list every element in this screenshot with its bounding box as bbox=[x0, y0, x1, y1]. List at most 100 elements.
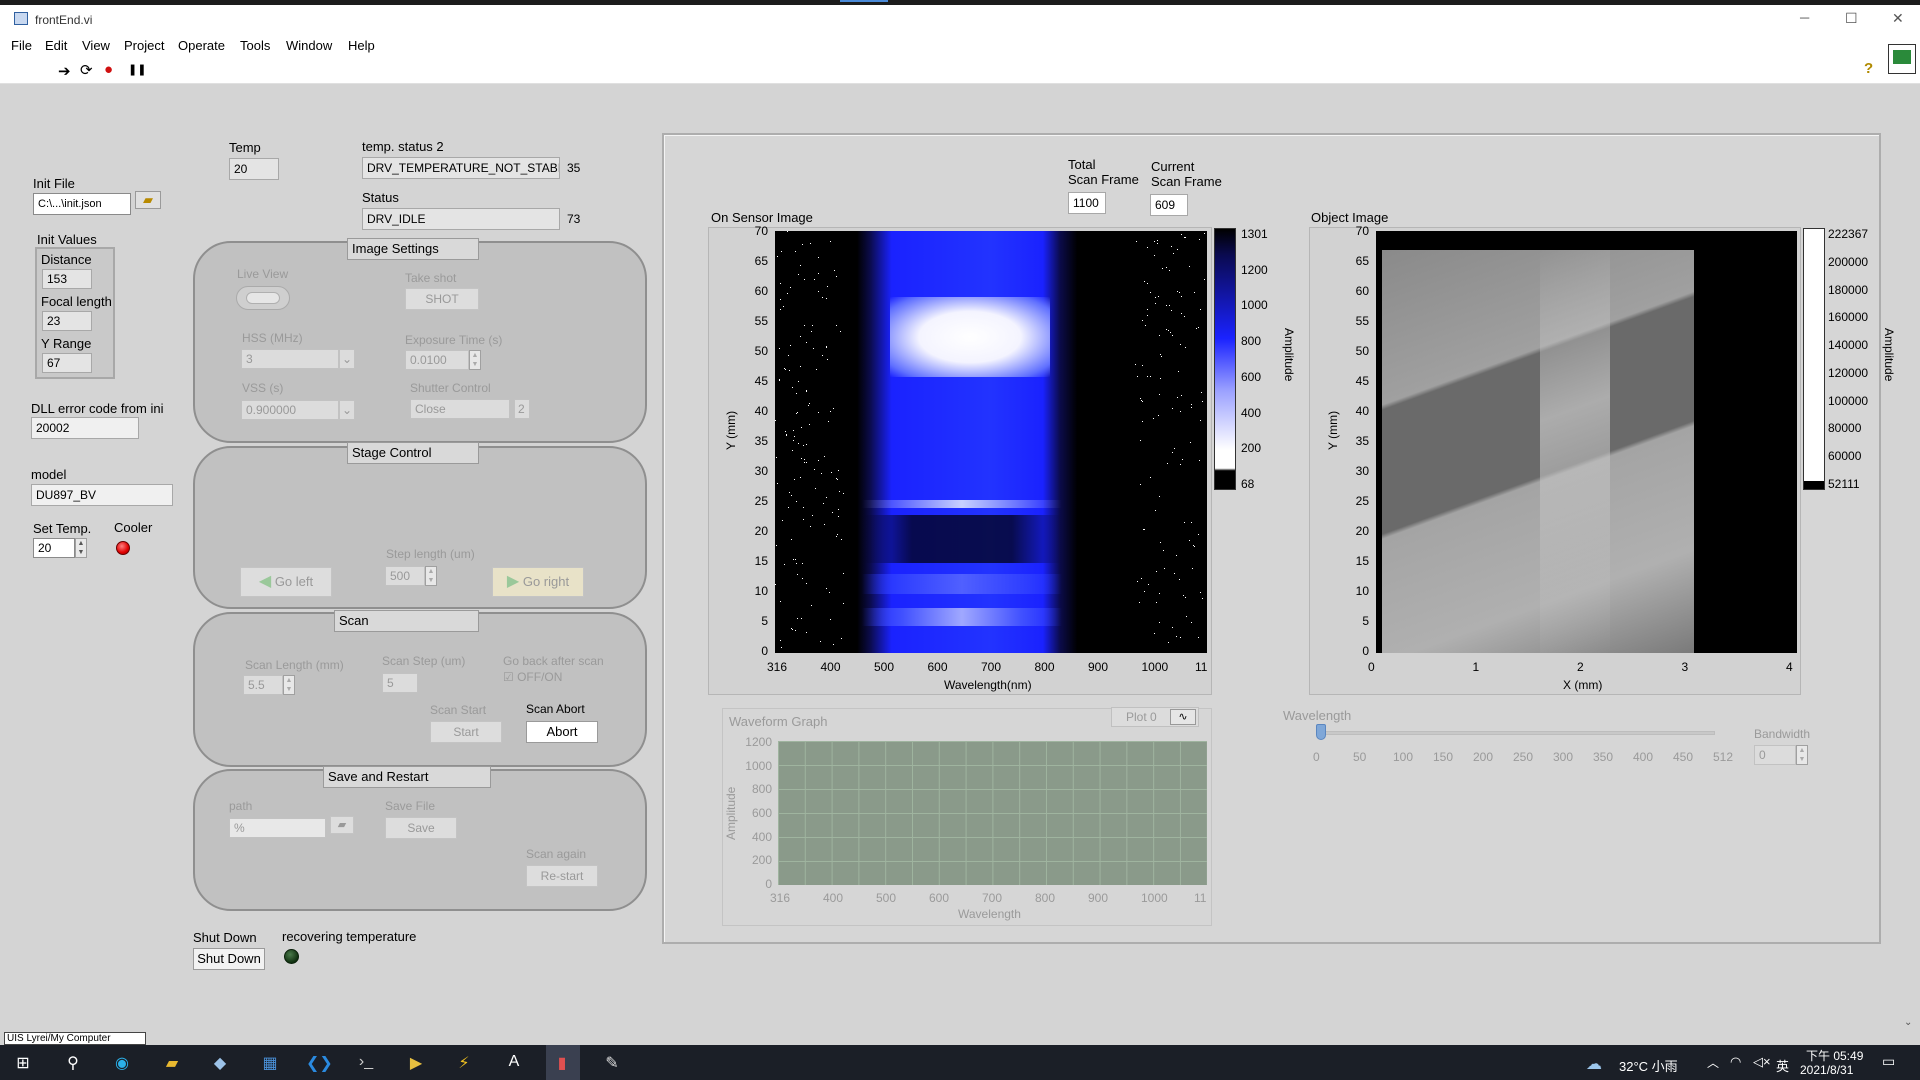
menu-operate[interactable]: Operate bbox=[178, 38, 225, 53]
sensor-noise-dot bbox=[838, 516, 839, 517]
sensor-noise-dot bbox=[802, 563, 803, 564]
active-app-icon[interactable]: ▮ bbox=[550, 1053, 574, 1075]
minimize-button[interactable]: ─ bbox=[1800, 10, 1809, 25]
vss-select[interactable]: 0.900000 bbox=[241, 400, 339, 420]
labview-project-icon[interactable]: ▶ bbox=[404, 1053, 428, 1075]
sensor-noise-dot bbox=[1169, 270, 1170, 271]
object-color-scale bbox=[1803, 228, 1825, 490]
abort-button[interactable]: Abort bbox=[526, 721, 598, 743]
set-temp-input[interactable]: 20 bbox=[33, 538, 75, 558]
object-scale-label: Amplitude bbox=[1882, 328, 1896, 382]
exposure-input[interactable]: 0.0100 bbox=[405, 350, 469, 370]
shutter-control-select[interactable]: Close bbox=[410, 399, 510, 419]
sensor-noise-dot bbox=[792, 629, 793, 630]
sensor-noise-dot bbox=[1166, 305, 1167, 306]
clock-date[interactable]: 2021/8/31 bbox=[1800, 1063, 1853, 1077]
frontend-vi-icon[interactable]: ✎ bbox=[600, 1053, 624, 1075]
set-temp-stepper[interactable]: ▲ ▼ bbox=[75, 538, 87, 558]
go-left-button[interactable]: ◀ Go left bbox=[240, 567, 332, 597]
hss-dropdown-icon[interactable]: ⌄ bbox=[339, 349, 355, 369]
hss-label: HSS (MHz) bbox=[242, 331, 303, 345]
menu-edit[interactable]: Edit bbox=[45, 38, 67, 53]
go-right-button[interactable]: ▶ Go right bbox=[492, 567, 584, 597]
app-icon[interactable]: ◆ bbox=[208, 1053, 232, 1075]
menu-window[interactable]: Window bbox=[286, 38, 332, 53]
sensor-noise-dot bbox=[780, 601, 781, 602]
start-button[interactable]: Start bbox=[430, 721, 502, 743]
wave-xtick-label: 800 bbox=[1035, 891, 1056, 905]
menu-project[interactable]: Project bbox=[124, 38, 164, 53]
wl-tick-label: 150 bbox=[1433, 750, 1454, 764]
edge-icon[interactable]: ◉ bbox=[110, 1053, 134, 1075]
wavelength-slider-track[interactable] bbox=[1320, 731, 1715, 735]
browse-folder-button[interactable]: ▰ bbox=[135, 191, 161, 209]
labview-icon[interactable]: ⚡ bbox=[452, 1053, 476, 1075]
vss-dropdown-icon[interactable]: ⌄ bbox=[339, 400, 355, 420]
live-view-toggle[interactable] bbox=[236, 286, 290, 310]
step-length-input[interactable]: 500 bbox=[385, 566, 425, 586]
shot-button[interactable]: SHOT bbox=[405, 288, 479, 310]
save-button[interactable]: Save bbox=[385, 817, 457, 839]
exposure-stepper[interactable]: ▲ ▼ bbox=[469, 350, 481, 370]
menu-help[interactable]: Help bbox=[348, 38, 375, 53]
abort-icon[interactable]: ● bbox=[104, 61, 113, 78]
menu-view[interactable]: View bbox=[82, 38, 110, 53]
sensor-noise-dot bbox=[1158, 296, 1159, 297]
path-input[interactable]: % bbox=[229, 818, 326, 838]
sensor-noise-dot bbox=[824, 524, 825, 525]
close-button[interactable]: ✕ bbox=[1892, 10, 1904, 27]
scan-length-stepper[interactable]: ▲ ▼ bbox=[283, 675, 295, 695]
bandwidth-stepper[interactable]: ▲ ▼ bbox=[1796, 745, 1808, 765]
font-app-icon[interactable]: A bbox=[502, 1053, 526, 1075]
shut-down-button[interactable]: Shut Down bbox=[193, 948, 265, 970]
run-icon[interactable]: ➔ bbox=[58, 62, 71, 80]
calculator-icon[interactable]: ▦ bbox=[258, 1053, 282, 1075]
sensor-noise-dot bbox=[1180, 464, 1181, 465]
sensor-noise-dot bbox=[786, 434, 787, 435]
menu-file[interactable]: File bbox=[11, 38, 32, 53]
sensor-ytick-label: 0 bbox=[761, 644, 768, 658]
context-help-icon[interactable]: ? bbox=[1864, 60, 1873, 77]
windows-icon[interactable]: ⊞ bbox=[12, 1053, 34, 1075]
ime-indicator[interactable]: 英 bbox=[1776, 1056, 1789, 1075]
tray-chevron-icon[interactable]: ︿ bbox=[1707, 1054, 1719, 1071]
wifi-icon[interactable]: ◠ bbox=[1730, 1054, 1741, 1070]
init-file-path-input[interactable]: C:\...\init.json bbox=[33, 193, 131, 215]
volume-icon[interactable]: ◁× bbox=[1753, 1054, 1771, 1070]
sensor-noise-dot bbox=[823, 503, 824, 504]
go-back-checkbox[interactable]: ☑ OFF/ON bbox=[503, 670, 562, 684]
step-length-stepper[interactable]: ▲ ▼ bbox=[425, 566, 437, 586]
scroll-down-icon[interactable]: ⌄ bbox=[1904, 1017, 1912, 1028]
temp-status-value: DRV_TEMPERATURE_NOT_STABI bbox=[362, 157, 560, 179]
sensor-noise-dot bbox=[788, 355, 789, 356]
sensor-noise-dot bbox=[1181, 395, 1182, 396]
clock-time[interactable]: 下午 05:49 bbox=[1806, 1047, 1863, 1064]
vscode-icon[interactable]: ❮❯ bbox=[306, 1053, 333, 1075]
terminal-icon[interactable]: ›_ bbox=[354, 1053, 378, 1075]
hss-select[interactable]: 3 bbox=[241, 349, 339, 369]
file-explorer-icon[interactable]: ▰ bbox=[160, 1053, 184, 1075]
pause-icon[interactable]: ❚❚ bbox=[128, 63, 146, 76]
scan-length-input[interactable]: 5.5 bbox=[243, 675, 283, 695]
maximize-button[interactable]: ☐ bbox=[1845, 10, 1858, 27]
notifications-icon[interactable]: ▭ bbox=[1882, 1053, 1895, 1070]
restart-button[interactable]: Re-start bbox=[526, 865, 598, 887]
run-continuously-icon[interactable]: ⟳ bbox=[80, 61, 93, 79]
object-scale-tick-label: 222367 bbox=[1828, 227, 1869, 241]
sensor-noise-dot bbox=[777, 256, 778, 257]
menu-tools[interactable]: Tools bbox=[240, 38, 270, 53]
bandwidth-input[interactable]: 0 bbox=[1754, 745, 1796, 765]
sensor-noise-dot bbox=[1179, 292, 1180, 293]
init-file-label: Init File bbox=[33, 176, 75, 191]
sensor-noise-dot bbox=[1158, 415, 1159, 416]
scan-step-input[interactable]: 5 bbox=[382, 673, 418, 693]
left-arrow-icon: ◀ bbox=[258, 573, 272, 590]
vi-icon bbox=[14, 12, 28, 25]
wavelength-slider-thumb[interactable] bbox=[1316, 724, 1326, 740]
sensor-noise-dot bbox=[1181, 313, 1182, 314]
search-icon[interactable]: ⚲ bbox=[62, 1053, 84, 1075]
sensor-ytick-label: 20 bbox=[754, 524, 768, 538]
temp-status-code: 35 bbox=[567, 161, 581, 175]
path-browse-button[interactable]: ▰ bbox=[330, 816, 354, 834]
wl-tick-label: 50 bbox=[1353, 750, 1367, 764]
